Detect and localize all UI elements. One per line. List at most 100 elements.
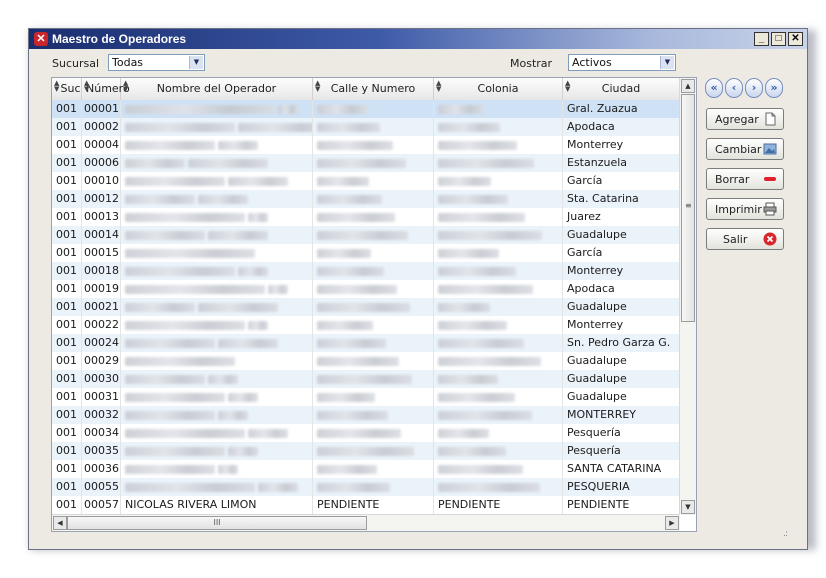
vertical-scrollbar[interactable]: ▲ ≡ ▼ — [679, 78, 696, 515]
cell-nombre — [121, 298, 313, 316]
redacted-text — [125, 410, 215, 420]
sucursal-select[interactable]: Todas ▼ — [108, 54, 205, 71]
table-row[interactable]: 001 00002 Apodaca — [52, 118, 680, 136]
cell-suc: 001 — [52, 478, 82, 496]
title-bar[interactable]: ✕ Maestro de Operadores _ □ ✕ — [29, 29, 807, 49]
redacted-text — [125, 428, 245, 438]
next-record-icon[interactable]: › — [745, 78, 763, 98]
redacted-text — [317, 410, 388, 420]
cell-ciudad: Pesquería — [563, 442, 680, 460]
cell-calle — [313, 370, 434, 388]
cell-calle — [313, 334, 434, 352]
cell-calle — [313, 190, 434, 208]
table-row[interactable]: 001 00010 García — [52, 172, 680, 190]
table-row[interactable]: 001 00029 Guadalupe — [52, 352, 680, 370]
borrar-button[interactable]: Borrar — [706, 168, 784, 190]
redacted-text — [248, 320, 268, 330]
table-row[interactable]: 001 00022 Monterrey — [52, 316, 680, 334]
close-button[interactable]: ✕ — [788, 32, 803, 46]
table-row[interactable]: 001 00001 Gral. Zuazua — [52, 100, 680, 118]
table-row[interactable]: 001 00030 Guadalupe — [52, 370, 680, 388]
vertical-scroll-thumb[interactable]: ≡ — [681, 94, 695, 322]
cell-colonia — [434, 442, 563, 460]
previous-record-icon[interactable]: ‹ — [725, 78, 743, 98]
table-row[interactable]: 001 00013 Juarez — [52, 208, 680, 226]
cell-suc: 001 — [52, 100, 82, 118]
cambiar-button[interactable]: Cambiar — [706, 138, 784, 160]
scroll-left-icon[interactable]: ◀ — [53, 516, 67, 530]
redacted-text — [208, 374, 238, 384]
column-header-nombre[interactable]: ▲ ▼ Nombre del Operador — [121, 78, 313, 100]
mostrar-select[interactable]: Activos ▼ — [568, 54, 676, 71]
imprimir-button[interactable]: Imprimir — [706, 198, 784, 220]
redacted-text — [317, 446, 414, 456]
resize-grip-icon[interactable]: .: — [783, 529, 788, 539]
table-row[interactable]: 001 00014 Guadalupe — [52, 226, 680, 244]
operators-grid[interactable]: ▲ ▼ Suc ▲ ▼ Número ▲ ▼ Nombre del Operador … — [51, 77, 697, 532]
table-row[interactable]: 001 00015 García — [52, 244, 680, 262]
column-header-colonia[interactable]: ▲ ▼ Colonia — [434, 78, 563, 100]
redacted-text — [317, 338, 386, 348]
column-header-numero[interactable]: ▲ ▼ Número — [82, 78, 130, 100]
grid-rows: 001 00001 Gral. Zuazua 001 00002 Apodaca 001 00… — [52, 100, 680, 514]
table-row[interactable]: 001 00019 Apodaca — [52, 280, 680, 298]
cell-nombre — [121, 370, 313, 388]
cell-colonia — [434, 226, 563, 244]
maximize-button[interactable]: □ — [771, 32, 786, 46]
table-row[interactable]: 001 00006 Estanzuela — [52, 154, 680, 172]
scroll-up-icon[interactable]: ▲ — [681, 79, 695, 93]
column-header-suc[interactable]: ▲ ▼ Suc — [52, 78, 82, 100]
table-row[interactable]: 001 00012 Sta. Catarina — [52, 190, 680, 208]
table-row[interactable]: 001 00034 Pesquería — [52, 424, 680, 442]
table-row[interactable]: 001 00036 SANTA CATARINA — [52, 460, 680, 478]
table-row[interactable]: 001 00018 Monterrey — [52, 262, 680, 280]
redacted-text — [317, 122, 380, 132]
cell-colonia — [434, 100, 563, 118]
cell-colonia — [434, 262, 563, 280]
cell-ciudad: García — [563, 244, 680, 262]
cell-suc: 001 — [52, 154, 82, 172]
table-row[interactable]: 001 00021 Guadalupe — [52, 298, 680, 316]
column-header-calle[interactable]: ▲ ▼ Calle y Numero — [313, 78, 434, 100]
redacted-text — [125, 482, 255, 492]
redacted-text — [268, 284, 288, 294]
cell-num: 00021 — [82, 298, 121, 316]
redacted-text — [125, 284, 265, 294]
scroll-right-icon[interactable]: ▶ — [665, 516, 679, 530]
chevron-down-icon[interactable]: ▼ — [189, 56, 203, 69]
cell-suc: 001 — [52, 424, 82, 442]
cell-nombre — [121, 316, 313, 334]
chevron-down-icon[interactable]: ▼ — [660, 56, 674, 69]
cell-colonia — [434, 190, 563, 208]
cell-num: 00055 — [82, 478, 121, 496]
table-row[interactable]: 001 00055 PESQUERIA — [52, 478, 680, 496]
salir-button[interactable]: Salir — [706, 228, 784, 250]
table-row[interactable]: 001 00035 Pesquería — [52, 442, 680, 460]
cell-num: 00004 — [82, 136, 121, 154]
redacted-text — [317, 320, 373, 330]
cell-colonia — [434, 172, 563, 190]
table-row[interactable]: 001 00031 Guadalupe — [52, 388, 680, 406]
cell-calle — [313, 136, 434, 154]
agregar-button[interactable]: Agregar — [706, 108, 784, 130]
table-row[interactable]: 001 00057 NICOLAS RIVERA LIMON PENDIENTE PEN… — [52, 496, 680, 514]
column-header-ciudad[interactable]: ▲ ▼ Ciudad — [563, 78, 680, 100]
table-row[interactable]: 001 00004 Monterrey — [52, 136, 680, 154]
cell-nombre — [121, 442, 313, 460]
redacted-text — [125, 266, 235, 276]
scroll-down-icon[interactable]: ▼ — [681, 500, 695, 514]
last-record-icon[interactable]: » — [765, 78, 783, 98]
redacted-text — [438, 356, 541, 366]
cell-nombre — [121, 280, 313, 298]
horizontal-scroll-thumb[interactable]: III — [67, 516, 367, 530]
horizontal-scrollbar[interactable]: ◀ III ▶ — [52, 514, 680, 531]
cell-num: 00018 — [82, 262, 121, 280]
minimize-button[interactable]: _ — [754, 32, 769, 46]
first-record-icon[interactable]: « — [705, 78, 723, 98]
redacted-text — [317, 428, 401, 438]
redacted-text — [438, 374, 498, 384]
cell-num: 00034 — [82, 424, 121, 442]
cell-suc: 001 — [52, 334, 82, 352]
table-row[interactable]: 001 00032 MONTERREY — [52, 406, 680, 424]
table-row[interactable]: 001 00024 Sn. Pedro Garza G. — [52, 334, 680, 352]
